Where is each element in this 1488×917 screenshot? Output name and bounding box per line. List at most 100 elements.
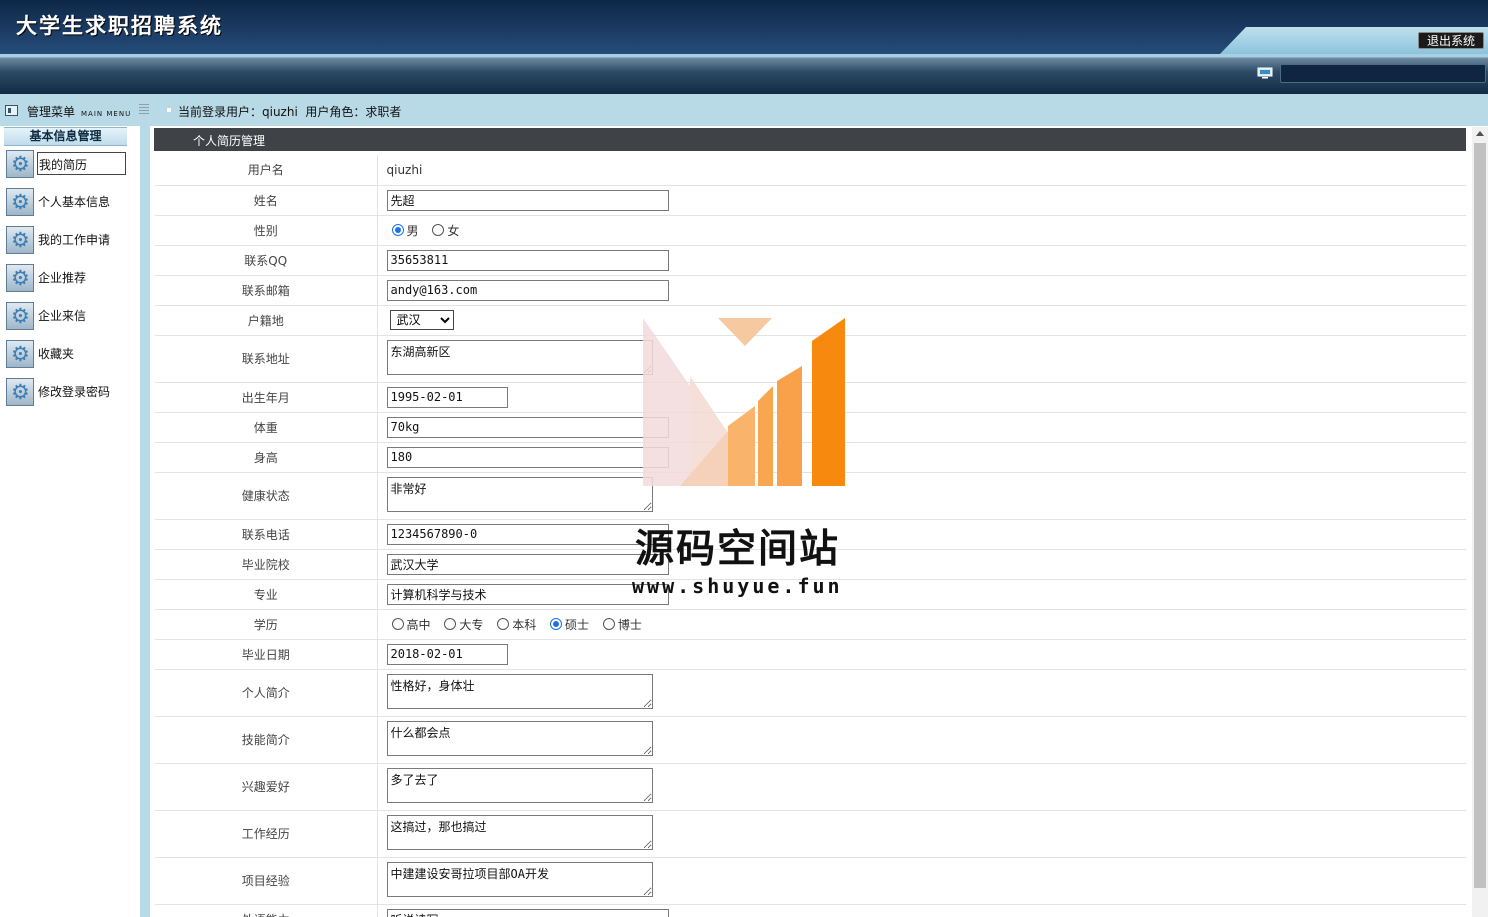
field-label: 项目经验 — [155, 857, 378, 905]
monitor-icon — [1257, 67, 1273, 79]
education-doctor-radio[interactable] — [602, 617, 615, 630]
field-label: 性别 — [155, 215, 378, 246]
sidebar-item-basic-info[interactable]: 个人基本信息 — [6, 188, 132, 218]
gear-icon — [6, 226, 34, 254]
field-label: 联系QQ — [155, 245, 378, 276]
collapse-menu-icon[interactable] — [139, 104, 149, 114]
field-label: 健康状态 — [155, 472, 378, 520]
field-label: 姓名 — [155, 185, 378, 216]
form-row-gender: 性别 男 女 — [155, 215, 1466, 246]
radio-label: 男 — [406, 223, 419, 238]
radio-label: 大专 — [459, 617, 484, 632]
sidebar-item-my-resume[interactable]: 我的简历 — [6, 150, 132, 180]
birth-date-input[interactable] — [386, 386, 508, 408]
form-row-weight: 体重 — [155, 412, 1466, 443]
name-input[interactable] — [386, 189, 669, 211]
scrollbar-thumb[interactable] — [1474, 143, 1486, 888]
phone-input[interactable] — [386, 523, 669, 545]
form-row-work: 工作经历 这搞过，那也搞过 — [155, 810, 1466, 858]
education-master-radio[interactable] — [550, 617, 563, 630]
sidebar-item-job-applications[interactable]: 我的工作申请 — [6, 226, 132, 256]
health-textarea[interactable]: 非常好 — [386, 476, 653, 512]
gear-icon — [6, 340, 34, 368]
graduation-date-input[interactable] — [386, 643, 508, 665]
major-input[interactable] — [386, 583, 669, 605]
nav-search-field[interactable] — [1280, 64, 1486, 83]
sidebar-item-favorites[interactable]: 收藏夹 — [6, 340, 132, 370]
sidebar-item-company-letters[interactable]: 企业来信 — [6, 302, 132, 332]
field-label: 出生年月 — [155, 382, 378, 413]
form-row-intro: 个人简介 性格好，身体壮 — [155, 669, 1466, 717]
hobbies-textarea[interactable]: 多了去了 — [386, 767, 653, 803]
app-title: 大学生求职招聘系统 — [16, 13, 223, 38]
address-textarea[interactable]: 东湖高新区 — [386, 339, 653, 375]
watermark-text: 源码空间站 — [635, 527, 841, 572]
sidebar-item-label: 个人基本信息 — [38, 195, 111, 209]
height-input[interactable] — [386, 446, 669, 468]
form-row-height: 身高 — [155, 442, 1466, 473]
gear-icon — [6, 188, 34, 216]
username-value: qiuzhi — [377, 155, 1466, 186]
hukou-select[interactable]: 武汉 — [389, 310, 454, 330]
radio-label: 博士 — [617, 617, 642, 632]
field-label: 联系邮箱 — [155, 275, 378, 306]
field-label: 学历 — [155, 609, 378, 640]
gender-female-radio[interactable] — [432, 223, 445, 236]
form-row-username: 用户名 qiuzhi — [155, 155, 1466, 186]
form-row-qq: 联系QQ — [155, 245, 1466, 276]
gear-icon — [6, 378, 34, 406]
sidebar-item-label: 我的工作申请 — [38, 233, 111, 247]
sidebar-item-label: 修改登录密码 — [38, 385, 111, 399]
field-label: 工作经历 — [155, 810, 378, 858]
field-label: 用户名 — [155, 155, 378, 186]
email-input[interactable] — [386, 279, 669, 301]
sidebar-item-label: 收藏夹 — [38, 347, 75, 361]
field-label: 联系地址 — [155, 335, 378, 383]
form-row-skills: 技能简介 什么都会点 — [155, 716, 1466, 764]
field-label: 技能简介 — [155, 716, 378, 764]
education-bachelor-radio[interactable] — [497, 617, 510, 630]
radio-label: 高中 — [406, 617, 431, 632]
qq-input[interactable] — [386, 249, 669, 271]
skills-textarea[interactable]: 什么都会点 — [386, 720, 653, 756]
sidebar-splitter[interactable] — [140, 126, 150, 917]
work-textarea[interactable]: 这搞过，那也搞过 — [386, 814, 653, 850]
current-user-info: 当前登录用户：qiuzhi 用户角色：求职者 — [178, 105, 402, 119]
form-row-education: 学历 高中 大专 本科 硕士 博士 — [155, 609, 1466, 640]
radio-label: 女 — [447, 223, 460, 238]
weight-input[interactable] — [386, 416, 669, 438]
field-label: 个人简介 — [155, 669, 378, 717]
gear-icon — [6, 302, 34, 330]
form-row-graduation-date: 毕业日期 — [155, 639, 1466, 670]
form-row-birth: 出生年月 — [155, 382, 1466, 413]
education-college-radio[interactable] — [444, 617, 457, 630]
field-label: 联系电话 — [155, 519, 378, 550]
form-row-hukou: 户籍地 武汉 — [155, 305, 1466, 336]
foreign-language-input[interactable] — [386, 908, 669, 917]
field-label: 专业 — [155, 579, 378, 610]
scroll-up-arrow-icon[interactable] — [1476, 131, 1484, 136]
menu-icon — [5, 105, 18, 116]
menu-title-cn: 管理菜单 — [27, 105, 76, 119]
project-textarea[interactable]: 中建建设安哥拉项目部OA开发 — [386, 861, 653, 897]
form-row-project: 项目经验 中建建设安哥拉项目部OA开发 — [155, 857, 1466, 905]
watermark-url: www.shuyue.fun — [632, 574, 843, 598]
gear-icon — [6, 150, 34, 178]
intro-textarea[interactable]: 性格好，身体壮 — [386, 673, 653, 709]
logout-button[interactable]: 退出系统 — [1417, 32, 1484, 49]
field-label: 毕业日期 — [155, 639, 378, 670]
sidebar-item-label: 企业推荐 — [38, 271, 87, 285]
gear-icon — [6, 264, 34, 292]
sidebar-item-label: 企业来信 — [38, 309, 87, 323]
field-label: 兴趣爱好 — [155, 763, 378, 811]
menu-title: 管理菜单 MAIN MENU — [27, 103, 131, 120]
sidebar-item-change-password[interactable]: 修改登录密码 — [6, 378, 132, 408]
sidebar-section-title[interactable]: 基本信息管理 — [4, 127, 127, 146]
form-row-address: 联系地址 东湖高新区 — [155, 335, 1466, 383]
field-label: 体重 — [155, 412, 378, 443]
education-highschool-radio[interactable] — [391, 617, 404, 630]
school-input[interactable] — [386, 553, 669, 575]
gender-male-radio[interactable] — [391, 223, 404, 236]
sidebar-item-company-recommend[interactable]: 企业推荐 — [6, 264, 132, 294]
form-row-foreign-language: 外语能力 — [155, 904, 1466, 917]
